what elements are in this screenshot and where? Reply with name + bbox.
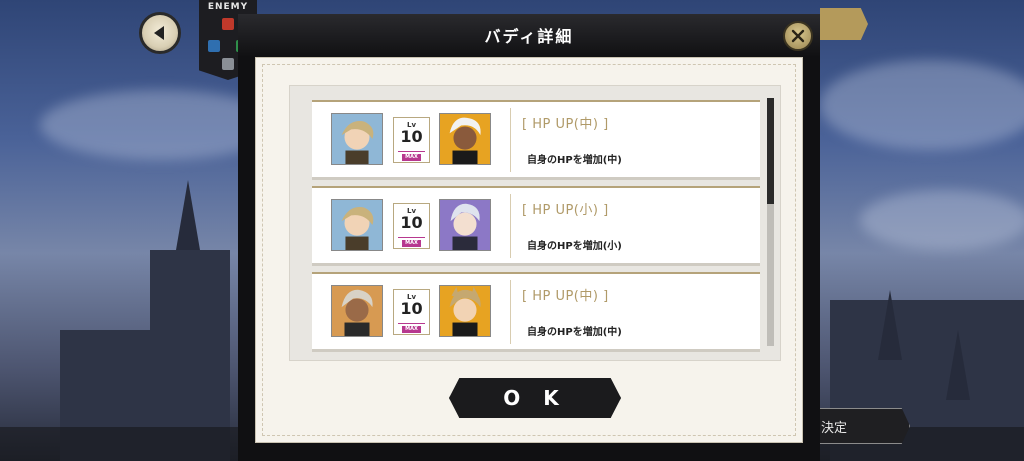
buddy-detail-dialog: バディ詳細 Lv 10 MAX [HP UP(中)] 自身のHPを増加(中)… [238,14,820,461]
character-portrait [331,199,383,251]
buddy-row: Lv 10 MAX [ HP UP(中) ] 自身のHPを増加(中) [312,100,760,177]
skill-name: [ HP UP(小) ] [522,203,609,218]
row-divider [510,108,511,172]
arrow-left-icon [154,26,164,40]
decide-button[interactable]: 決定 [806,408,910,444]
max-badge: MAX [402,154,421,161]
cloud [860,190,1024,250]
fire-attribute-icon [222,18,234,30]
buddy-list[interactable]: Lv 10 MAX [ HP UP(中) ] 自身のHPを増加(中) Lv 10… [289,85,781,361]
ok-label: O K [503,386,567,410]
character-portrait [331,285,383,337]
buddy-row: Lv 10 MAX [ HP UP(中) ] 自身のHPを増加(中) [312,272,760,349]
castle-spire [946,330,970,400]
ok-button[interactable]: O K [449,378,621,418]
skill-description: 自身のHPを増加(小) [527,241,622,252]
top-banner [820,8,868,40]
max-badge: MAX [402,240,421,247]
level-divider [398,237,425,238]
level-badge: Lv 10 MAX [393,117,430,163]
level-divider [398,151,425,152]
neutral-attribute-icon [222,58,234,70]
level-divider [398,323,425,324]
decide-label: 決定 [821,420,848,436]
dialog-header: バディ詳細 [238,14,820,56]
skill-description: 自身のHPを増加(中) [527,155,622,166]
level-value: 10 [400,127,423,146]
water-attribute-icon [208,40,220,52]
skill-description: 自身のHPを増加(中) [527,327,622,338]
back-button[interactable] [139,12,181,54]
enemy-label: ENEMY [207,2,249,12]
buddy-portrait [439,113,491,165]
scrollbar-thumb[interactable] [767,98,774,204]
level-badge: Lv 10 MAX [393,203,430,249]
character-portrait [331,113,383,165]
skill-name: [ HP UP(中) ] [522,289,609,304]
row-divider [510,194,511,258]
level-badge: Lv 10 MAX [393,289,430,335]
close-icon [791,29,805,43]
buddy-portrait [439,285,491,337]
skill-name: [ HP UP(中) ] [522,117,609,132]
castle-spire [878,290,902,360]
level-value: 10 [400,213,423,232]
row-divider [510,280,511,344]
dialog-title: バディ詳細 [484,27,574,46]
cloud [820,60,1024,150]
buddy-portrait [439,199,491,251]
max-badge: MAX [402,326,421,333]
level-value: 10 [400,299,423,318]
buddy-row: Lv 10 MAX [ HP UP(小) ] 自身のHPを増加(小) [312,186,760,263]
close-button[interactable] [783,21,813,51]
list-scrollbar[interactable] [767,98,774,346]
castle-spire [176,180,200,250]
